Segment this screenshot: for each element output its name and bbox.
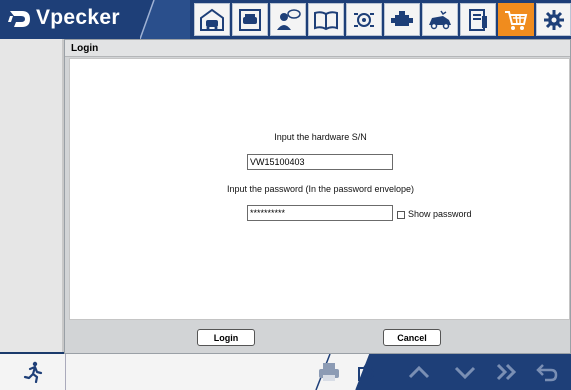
top-toolbar: Vpecker <box>0 0 571 39</box>
double-chevron-right-icon <box>496 363 517 381</box>
password-label: Input the password (In the password enve… <box>226 184 415 194</box>
gear-icon <box>543 9 564 30</box>
login-button[interactable]: Login <box>197 329 255 346</box>
back-arrow-icon <box>536 364 558 382</box>
back-button[interactable] <box>534 360 560 384</box>
garage-icon <box>200 8 224 31</box>
chevron-up-icon <box>408 365 430 379</box>
header-divider <box>140 0 190 39</box>
settings-button[interactable] <box>536 3 571 36</box>
serial-label: Input the hardware S/N <box>274 132 367 142</box>
book-icon <box>314 10 338 30</box>
chevron-down-icon <box>454 366 476 380</box>
car-diagnostics-button[interactable] <box>232 3 268 36</box>
car-crash-icon <box>429 10 451 29</box>
vpecker-logo-icon <box>8 11 30 27</box>
scroll-up-button[interactable] <box>406 360 432 384</box>
book-button[interactable] <box>308 3 344 36</box>
user-chat-button[interactable] <box>270 3 306 36</box>
engine-icon <box>391 10 413 26</box>
shopping-cart-icon <box>505 10 528 30</box>
show-password-checkbox[interactable] <box>397 211 405 219</box>
manual-info-button[interactable] <box>460 3 496 36</box>
exit-run-button[interactable] <box>0 354 66 390</box>
serial-number-input[interactable] <box>247 154 393 170</box>
password-input[interactable] <box>247 205 393 221</box>
login-dialog: Login Input the hardware S/N Input the p… <box>64 39 571 354</box>
show-password-label: Show password <box>408 209 472 219</box>
print-button[interactable] <box>316 360 342 384</box>
dialog-title: Login <box>65 40 570 57</box>
camera-icon <box>358 364 380 381</box>
scroll-down-button[interactable] <box>452 360 478 384</box>
left-sidebar <box>0 39 64 352</box>
bottom-bar-left-area <box>66 354 316 390</box>
user-chat-icon <box>277 8 301 30</box>
manual-info-icon <box>469 8 487 31</box>
bottom-toolbar <box>0 354 571 390</box>
car-diagnostics-icon <box>239 8 261 31</box>
printer-icon <box>319 363 339 381</box>
brand-logo: Vpecker <box>0 0 160 39</box>
screenshot-button[interactable] <box>356 360 382 384</box>
shopping-cart-button[interactable] <box>498 3 534 36</box>
cancel-button[interactable]: Cancel <box>383 329 441 346</box>
dialog-body: Input the hardware S/N Input the passwor… <box>69 58 570 320</box>
car-crash-button[interactable] <box>422 3 458 36</box>
engine-button[interactable] <box>384 3 420 36</box>
garage-button[interactable] <box>194 3 230 36</box>
engine-settings-icon <box>354 12 374 27</box>
next-page-button[interactable] <box>494 360 520 384</box>
app-window: Vpecker Login Input the hardware S/N VW1… <box>0 0 571 390</box>
brand-name: Vpecker <box>36 6 120 29</box>
engine-settings-button[interactable] <box>346 3 382 36</box>
running-man-icon <box>23 361 42 383</box>
